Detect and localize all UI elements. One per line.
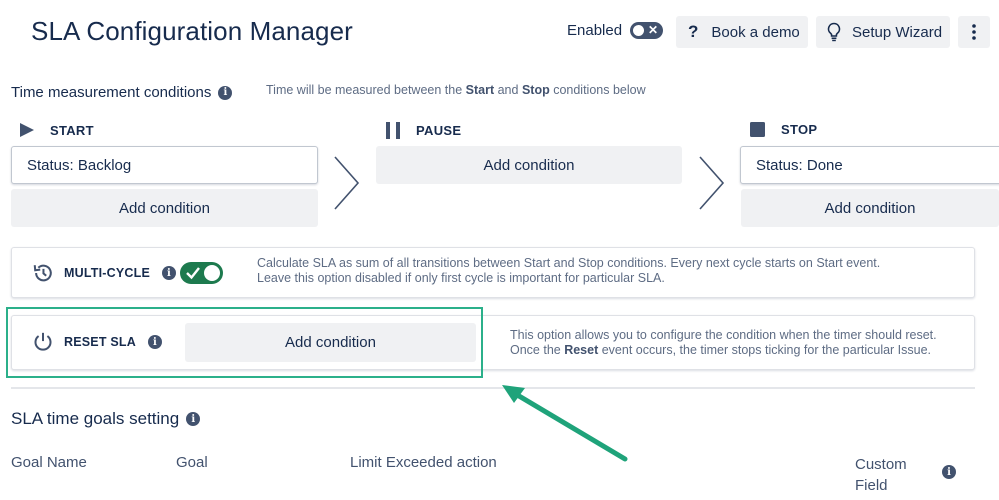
time-measurement-title-text: Time measurement conditions [11,84,212,101]
play-icon [20,123,34,137]
multi-cycle-label: MULTI-CYCLE [64,266,150,280]
chevron-right-icon [334,156,360,210]
enabled-label: Enabled [567,22,623,39]
page-title: SLA Configuration Manager [31,16,353,46]
reset-sla-description: This option allows you to configure the … [510,328,970,358]
goals-title: SLA time goals setting i [11,409,201,429]
book-demo-label: Book a demo [711,23,800,41]
check-icon [186,267,200,280]
stop-header: STOP [750,122,817,137]
stop-label: STOP [781,122,818,137]
multi-cycle-desc-line2: Leave this option disabled if only first… [257,271,665,285]
pause-label: PAUSE [416,123,462,138]
info-icon[interactable]: i [218,85,233,100]
toggle-knob [633,25,645,36]
custom-field-line2: Field [855,477,888,494]
stop-condition-field[interactable]: Status: Done [740,146,999,184]
question-icon: ? [688,22,699,41]
lightbulb-icon [827,22,841,42]
reset-desc-line2: Once the Reset event occurs, the timer s… [510,343,970,358]
multi-cycle-toggle[interactable] [180,262,223,284]
start-label: START [50,122,94,138]
desc-and: and [494,83,522,97]
reset-desc-pre: Once the [510,343,565,357]
custom-field-line1: Custom [855,456,907,473]
pause-header: PAUSE [385,122,461,139]
multi-cycle-desc-line1: Calculate SLA as sum of all transitions … [257,256,881,270]
history-icon [33,264,52,282]
setup-wizard-label: Setup Wizard [852,23,943,41]
info-icon[interactable]: i [942,465,956,479]
reset-desc-bold: Reset [564,343,599,357]
enabled-toggle-group: Enabled ✕ [567,22,664,39]
enabled-toggle[interactable]: ✕ [630,22,664,39]
desc-post: conditions below [549,83,646,97]
more-vertical-icon [972,24,976,40]
toggle-knob [204,265,220,281]
chevron-right-icon [699,156,725,210]
time-measurement-description: Time will be measured between the Start … [266,83,646,97]
setup-wizard-button[interactable]: Setup Wizard [816,16,950,48]
pause-icon [386,122,400,139]
section-divider [11,387,975,389]
info-icon[interactable]: i [161,266,176,280]
column-header-limit-exceeded: Limit Exceeded action [350,454,497,471]
start-add-condition-label: Add condition [119,199,210,217]
reset-desc-line1: This option allows you to configure the … [510,328,937,342]
start-condition-text: Status: Backlog [27,156,132,174]
stop-add-condition-label: Add condition [824,199,916,217]
column-header-goal: Goal [176,454,208,471]
toggle-off-icon: ✕ [648,23,659,37]
start-header: START [19,122,94,138]
info-icon[interactable]: i [186,412,201,426]
stop-condition-text: Status: Done [756,156,843,174]
start-condition-field[interactable]: Status: Backlog [11,146,318,184]
goals-title-text: SLA time goals setting [11,409,180,428]
pause-add-condition-label: Add condition [483,156,575,174]
more-options-button[interactable] [958,16,990,48]
highlight-box [6,307,483,378]
desc-stop: Stop [521,83,550,97]
stop-icon [750,122,765,137]
column-header-custom-field: Custom Field [855,454,907,496]
annotation-arrow-icon [502,385,628,462]
book-demo-button[interactable]: ? Book a demo [676,16,808,48]
time-measurement-title: Time measurement conditions i [11,84,233,101]
reset-desc-post: event occurs, the timer stops ticking fo… [598,343,932,357]
desc-start: Start [465,83,495,97]
column-header-goal-name: Goal Name [11,454,87,471]
multi-cycle-header: MULTI-CYCLE i [32,262,176,284]
pause-add-condition-button[interactable]: Add condition [376,146,682,184]
multi-cycle-description: Calculate SLA as sum of all transitions … [257,256,957,286]
start-add-condition-button[interactable]: Add condition [11,189,318,227]
stop-add-condition-button[interactable]: Add condition [741,189,999,227]
desc-pre: Time will be measured between the [266,83,466,97]
